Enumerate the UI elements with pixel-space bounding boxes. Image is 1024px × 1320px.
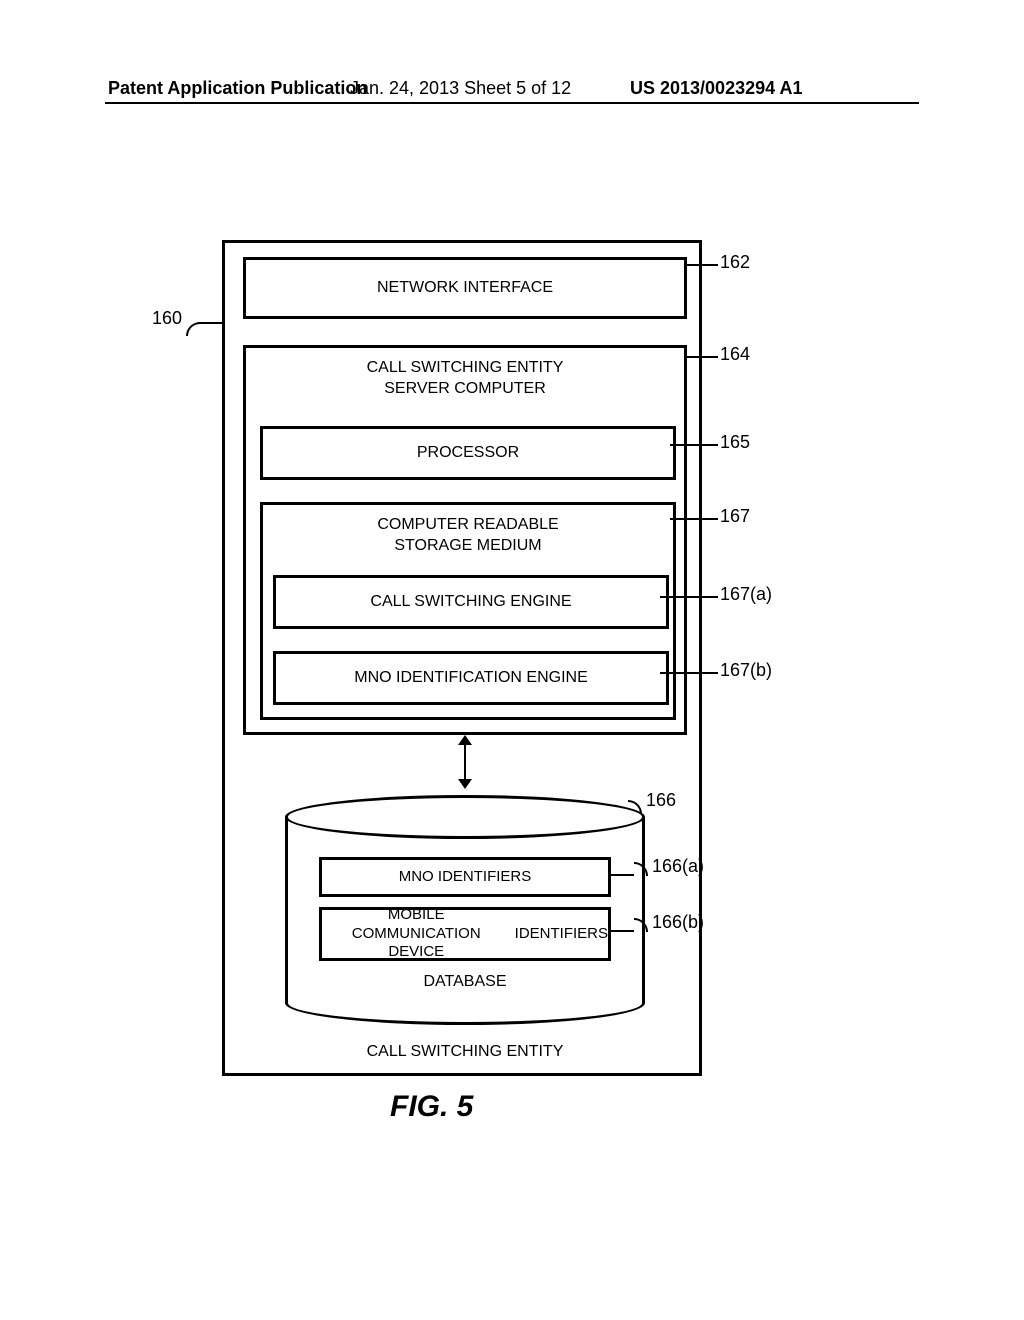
ref-165: 165 [720,432,750,453]
mcd-identifiers-l2: IDENTIFIERS [515,925,608,944]
server-computer-box: CALL SWITCHING ENTITY SERVER COMPUTER PR… [243,345,687,735]
header-rule [105,102,919,104]
server-computer-label: CALL SWITCHING ENTITY SERVER COMPUTER [246,358,684,400]
processor-label: PROCESSOR [417,444,519,462]
call-switching-entity-label: CALL SWITCHING ENTITY [225,1043,705,1061]
leader-165 [670,444,718,446]
arrow-shaft [464,743,466,781]
storage-medium-label: COMPUTER READABLE STORAGE MEDIUM [263,515,673,557]
arrowhead-down-icon [458,779,472,789]
header-left: Patent Application Publication [108,78,367,99]
leader-164 [684,356,718,358]
leader-160-line [200,322,222,324]
ref-167a: 167(a) [720,584,772,605]
leader-167a [660,596,718,598]
ref-164: 164 [720,344,750,365]
mno-identifiers-box: MNO IDENTIFIERS [319,857,611,897]
mcd-identifiers-l1: MOBILE COMMUNICATION DEVICE [322,906,510,962]
ref-166b: 166(b) [652,912,704,933]
call-switching-entity-box: NETWORK INTERFACE CALL SWITCHING ENTITY … [222,240,702,1076]
crsm-l1: COMPUTER READABLE [377,516,558,533]
ref-160: 160 [152,308,182,329]
processor-box: PROCESSOR [260,426,676,480]
ref-166a: 166(a) [652,856,704,877]
db-top [285,795,645,839]
figure-label: FIG. 5 [390,1090,473,1124]
header-right: US 2013/0023294 A1 [630,78,802,99]
storage-medium-box: COMPUTER READABLE STORAGE MEDIUM CALL SW… [260,502,676,720]
server-computer-l2: SERVER COMPUTER [384,380,546,397]
call-switching-engine-label: CALL SWITCHING ENGINE [370,593,571,611]
mno-id-engine-label: MNO IDENTIFICATION ENGINE [354,669,587,687]
ref-166: 166 [646,790,676,811]
header-mid: Jan. 24, 2013 Sheet 5 of 12 [350,78,571,99]
crsm-l2: STORAGE MEDIUM [394,537,541,554]
leader-162 [684,264,718,266]
database-label: DATABASE [285,973,645,991]
network-interface-box: NETWORK INTERFACE [243,257,687,319]
mno-identifiers-label: MNO IDENTIFIERS [399,868,532,887]
bidirectional-arrow [461,735,469,789]
mno-id-engine-box: MNO IDENTIFICATION ENGINE [273,651,669,705]
ref-162: 162 [720,252,750,273]
server-computer-l1: CALL SWITCHING ENTITY [367,359,564,376]
network-interface-label: NETWORK INTERFACE [377,279,553,297]
call-switching-engine-box: CALL SWITCHING ENGINE [273,575,669,629]
leader-160 [186,322,200,336]
mcd-identifiers-box: MOBILE COMMUNICATION DEVICE IDENTIFIERS [319,907,611,961]
leader-167b [660,672,718,674]
ref-167: 167 [720,506,750,527]
page: Patent Application Publication Jan. 24, … [0,0,1024,1320]
database-cylinder: MNO IDENTIFIERS MOBILE COMMUNICATION DEV… [285,795,645,1021]
ref-167b: 167(b) [720,660,772,681]
leader-167 [670,518,718,520]
